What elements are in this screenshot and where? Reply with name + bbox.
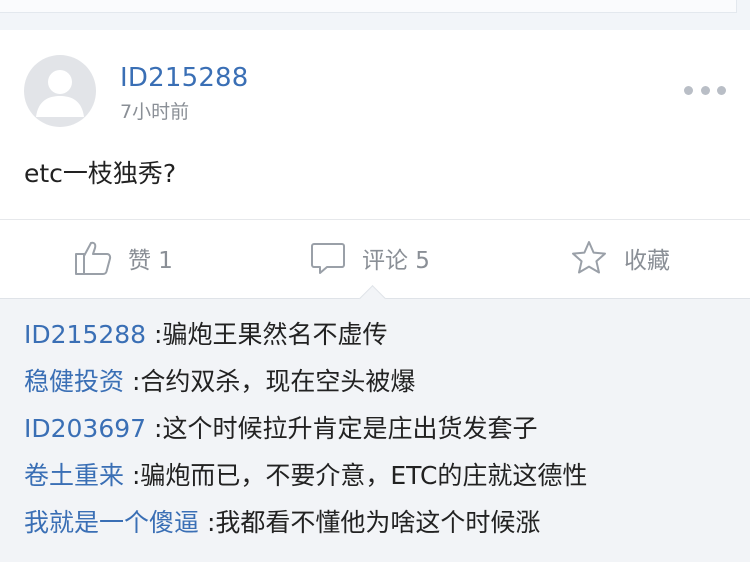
favorite-button[interactable]: 收藏 <box>570 236 670 280</box>
comment-item: 卷土重来 :骗炮而已，不要介意，ETC的庄就这德性 <box>24 459 587 493</box>
post-content: etc一枝独秀? <box>24 159 177 188</box>
comment-text: :骗炮而已，不要介意，ETC的庄就这德性 <box>131 461 588 490</box>
comment-item: ID203697 :这个时候拉升肯定是庄出货发套子 <box>24 412 537 446</box>
comment-label: 评论 5 <box>362 248 430 274</box>
post-timestamp: 7小时前 <box>120 101 190 123</box>
comment-bubble-icon <box>311 243 345 274</box>
comment-author[interactable]: 卷土重来 <box>24 461 132 490</box>
comment-text: :这个时候拉升肯定是庄出货发套子 <box>154 414 538 443</box>
previous-card-strip <box>0 0 750 30</box>
comment-item: ID215288 :骗炮王果然名不虚传 <box>24 318 387 352</box>
like-label: 赞 1 <box>128 248 173 274</box>
avatar[interactable] <box>24 55 96 127</box>
divider <box>0 219 750 220</box>
post-username[interactable]: ID215288 <box>120 62 249 94</box>
comment-author[interactable]: 我就是一个傻逼 <box>24 508 207 537</box>
comment-item: 稳健投资 :合约双杀，现在空头被爆 <box>24 365 415 399</box>
comment-author[interactable]: 稳健投资 <box>24 367 132 396</box>
star-icon <box>572 241 606 274</box>
comment-author[interactable]: ID203697 <box>24 414 154 443</box>
comment-text: :合约双杀，现在空头被爆 <box>131 367 416 396</box>
favorite-label: 收藏 <box>624 248 670 274</box>
previous-card-edge <box>0 0 737 13</box>
comment-text: :我都看不懂他为啥这个时候涨 <box>206 508 541 537</box>
comment-item: 我就是一个傻逼 :我都看不懂他为啥这个时候涨 <box>24 506 540 540</box>
like-button[interactable]: 赞 1 <box>74 236 173 280</box>
comment-button[interactable]: 评论 5 <box>310 236 430 280</box>
more-dots-icon[interactable] <box>684 84 726 96</box>
thumbs-up-icon <box>75 241 112 275</box>
comment-author[interactable]: ID215288 <box>24 320 154 349</box>
avatar-placeholder-icon <box>36 70 84 117</box>
comment-text: :骗炮王果然名不虚传 <box>154 320 388 349</box>
